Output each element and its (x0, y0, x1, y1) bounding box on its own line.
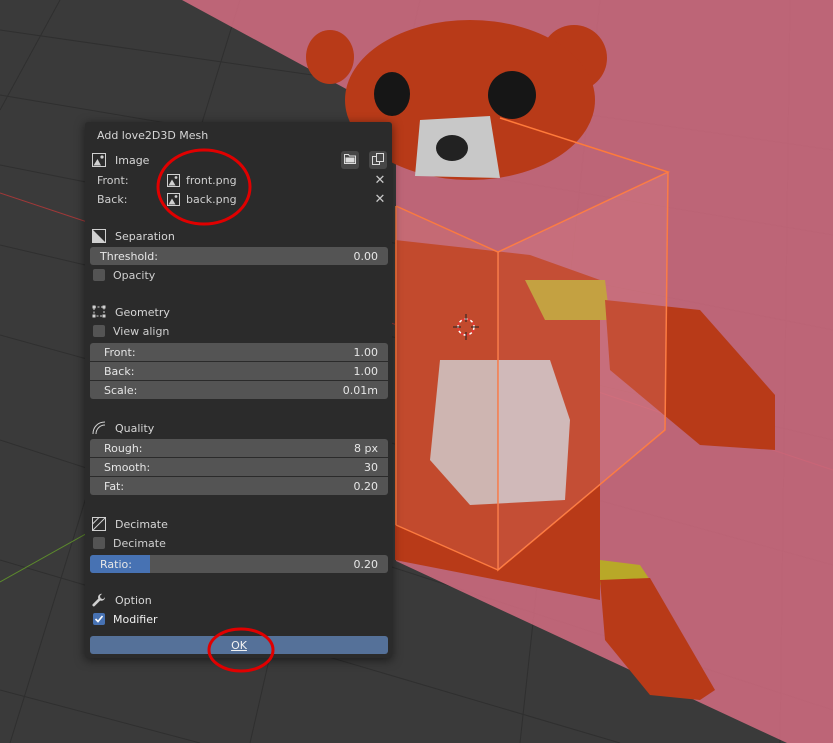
geometry-front-value: 1.00 (353, 345, 379, 359)
decimate-checkbox-box[interactable] (93, 537, 105, 549)
threshold-field[interactable]: Threshold: 0.00 (90, 247, 388, 265)
modifier-label: Modifier (113, 612, 158, 626)
threshold-key: Threshold: (100, 249, 158, 263)
scale-key: Scale: (104, 383, 138, 397)
fat-key: Fat: (104, 479, 125, 493)
view-align-checkbox[interactable]: View align (93, 323, 169, 339)
image-file-icon (165, 191, 181, 207)
panel-title: Add love2D3D Mesh (97, 129, 209, 142)
image-section-header: Image (91, 151, 149, 169)
geometry-front-field[interactable]: Front: 1.00 (90, 343, 388, 361)
fat-value: 0.20 (353, 479, 379, 493)
copy-button[interactable] (369, 151, 387, 169)
opacity-checkbox-box[interactable] (93, 269, 105, 281)
decimate-icon (91, 516, 107, 532)
decimate-check-label: Decimate (113, 536, 166, 550)
open-folder-button[interactable] (341, 151, 359, 169)
rough-key: Rough: (104, 441, 143, 455)
smooth-value: 30 (364, 460, 378, 474)
geometry-section-label: Geometry (115, 305, 170, 319)
scale-field[interactable]: Scale: 0.01m (90, 381, 388, 399)
option-section-label: Option (115, 593, 152, 607)
decimate-section-header: Decimate (91, 515, 168, 533)
smooth-key: Smooth: (104, 460, 151, 474)
ratio-value: 0.20 (353, 557, 379, 571)
ratio-key: Ratio: (100, 557, 132, 571)
opacity-label: Opacity (113, 268, 156, 282)
back-image-key: Back: (97, 192, 128, 206)
scale-value: 0.01m (342, 383, 378, 397)
geometry-back-value: 1.00 (353, 364, 379, 378)
view-align-checkbox-box[interactable] (93, 325, 105, 337)
decimate-section-label: Decimate (115, 517, 168, 531)
separation-section-header: Separation (91, 227, 175, 245)
ok-button[interactable]: OK (90, 636, 388, 654)
modifier-checkbox-box[interactable] (93, 613, 105, 625)
front-image-value[interactable]: front.png (186, 174, 373, 187)
decimate-checkbox[interactable]: Decimate (93, 535, 166, 551)
geometry-section-header: Geometry (91, 303, 170, 321)
checkmark-icon (94, 615, 104, 623)
threshold-value: 0.00 (353, 249, 379, 263)
image-icon (91, 152, 107, 168)
geometry-icon (91, 304, 107, 320)
add-mesh-panel: Add love2D3D Mesh Image Front: front.png… (85, 122, 392, 658)
view-align-label: View align (113, 324, 170, 338)
quality-section-label: Quality (115, 421, 155, 435)
rough-field[interactable]: Rough: 8 px (90, 439, 388, 457)
image-file-icon (165, 172, 181, 188)
geometry-back-field[interactable]: Back: 1.00 (90, 362, 388, 380)
rough-value: 8 px (354, 441, 378, 455)
close-icon[interactable]: ✕ (373, 192, 387, 207)
smooth-field[interactable]: Smooth: 30 (90, 458, 388, 476)
option-section-header: Option (91, 591, 152, 609)
front-image-key: Front: (97, 173, 129, 187)
back-image-row: Back: back.png ✕ (97, 190, 387, 208)
fat-field[interactable]: Fat: 0.20 (90, 477, 388, 495)
separation-section-label: Separation (115, 229, 175, 243)
geometry-front-key: Front: (104, 345, 136, 359)
ratio-slider[interactable]: Ratio: 0.20 (90, 555, 388, 573)
back-image-value[interactable]: back.png (186, 193, 373, 206)
copy-icon (372, 152, 384, 168)
close-icon[interactable]: ✕ (373, 173, 387, 188)
wrench-icon (91, 592, 107, 608)
quality-section-header: Quality (91, 419, 154, 437)
opacity-checkbox[interactable]: Opacity (93, 267, 155, 283)
quality-icon (91, 420, 107, 436)
front-image-row: Front: front.png ✕ (97, 171, 387, 189)
folder-open-icon (344, 153, 356, 167)
modifier-checkbox[interactable]: Modifier (93, 611, 157, 627)
geometry-back-key: Back: (104, 364, 135, 378)
separation-icon (91, 228, 107, 244)
image-section-label: Image (115, 153, 150, 167)
